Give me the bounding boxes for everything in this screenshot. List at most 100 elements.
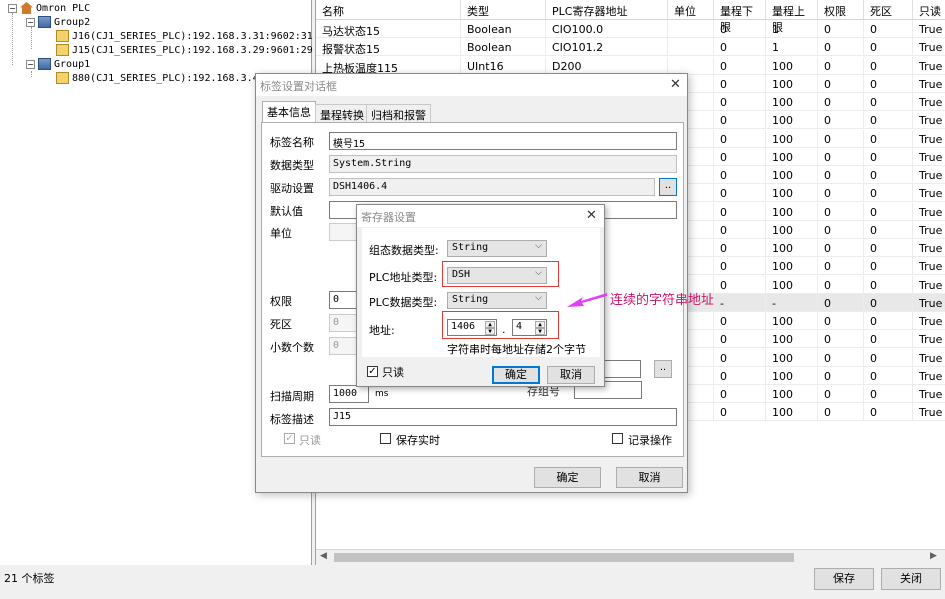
- table-cell[interactable]: 0: [714, 129, 766, 148]
- register-readonly-checkbox[interactable]: ✓: [367, 366, 378, 377]
- table-cell[interactable]: 0: [864, 202, 913, 221]
- table-cell[interactable]: 0: [714, 111, 766, 130]
- table-cell[interactable]: 0: [864, 147, 913, 166]
- table-cell[interactable]: True: [913, 257, 945, 276]
- deadband-input[interactable]: 0: [329, 314, 359, 332]
- table-cell[interactable]: 0: [714, 239, 766, 257]
- close-icon[interactable]: ✕: [670, 77, 681, 92]
- log-ops-checkbox[interactable]: [612, 433, 623, 444]
- table-cell[interactable]: -: [766, 293, 818, 312]
- table-cell[interactable]: 0: [818, 111, 864, 130]
- table-cell[interactable]: [668, 20, 714, 38]
- table-cell[interactable]: 0: [864, 20, 913, 38]
- table-cell[interactable]: 0: [714, 202, 766, 221]
- table-cell[interactable]: 0: [714, 275, 766, 294]
- table-cell[interactable]: -: [714, 293, 766, 312]
- tag-desc-input[interactable]: J15: [329, 408, 677, 426]
- table-cell[interactable]: 0: [864, 385, 913, 403]
- table-cell[interactable]: 100: [766, 166, 818, 184]
- table-cell[interactable]: True: [913, 221, 945, 239]
- column-header[interactable]: 单位: [668, 0, 714, 20]
- save-button[interactable]: 保存: [814, 568, 874, 590]
- permission-input[interactable]: 0: [329, 291, 359, 309]
- table-cell[interactable]: True: [913, 130, 945, 148]
- table-cell[interactable]: 0: [864, 93, 913, 111]
- table-cell[interactable]: 0: [864, 293, 913, 312]
- plc-data-type-select[interactable]: String ⌵: [447, 292, 547, 309]
- table-cell[interactable]: 100: [766, 403, 818, 422]
- table-cell[interactable]: 报警状态15: [316, 38, 461, 57]
- register-ok-button[interactable]: 确定: [492, 366, 540, 384]
- table-cell[interactable]: 1: [766, 20, 818, 38]
- table-cell[interactable]: 0: [864, 56, 913, 75]
- table-cell[interactable]: 100: [766, 93, 818, 111]
- table-cell[interactable]: 马达状态15: [316, 20, 461, 38]
- table-cell[interactable]: 0: [818, 147, 864, 166]
- table-cell[interactable]: CIO100.0: [546, 20, 668, 38]
- hidden-browse-button[interactable]: ..: [654, 360, 672, 378]
- table-cell[interactable]: 0: [864, 220, 913, 239]
- table-cell[interactable]: True: [913, 166, 945, 184]
- table-cell[interactable]: 0: [864, 166, 913, 184]
- dialog-cancel-button[interactable]: 取消: [616, 467, 683, 488]
- table-cell[interactable]: 0: [818, 166, 864, 184]
- tree-device-j15[interactable]: J15(CJ1_SERIES_PLC):192.168.3.29:9601:29: [56, 44, 313, 56]
- horizontal-scrollbar[interactable]: ◀ ▶: [316, 549, 945, 565]
- table-cell[interactable]: 0: [714, 330, 766, 349]
- tree-group2[interactable]: − Group2: [26, 16, 90, 28]
- table-cell[interactable]: 100: [766, 330, 818, 349]
- table-cell[interactable]: CIO101.2: [546, 38, 668, 57]
- table-cell[interactable]: 100: [766, 257, 818, 276]
- table-cell[interactable]: True: [913, 239, 945, 257]
- table-cell[interactable]: 100: [766, 366, 818, 385]
- table-cell[interactable]: True: [913, 20, 945, 38]
- column-header[interactable]: 类型: [461, 0, 546, 20]
- table-cell[interactable]: 0: [714, 166, 766, 184]
- scrollbar-thumb[interactable]: [334, 553, 794, 562]
- column-header[interactable]: 只读: [913, 0, 945, 20]
- close-icon[interactable]: ✕: [586, 208, 597, 223]
- table-cell[interactable]: 100: [766, 220, 818, 239]
- table-cell[interactable]: 0: [714, 38, 766, 57]
- table-cell[interactable]: 0: [864, 239, 913, 257]
- table-cell[interactable]: True: [913, 312, 945, 330]
- table-cell[interactable]: 0: [818, 385, 864, 403]
- tag-name-input[interactable]: 模号15: [329, 132, 677, 150]
- table-cell[interactable]: True: [913, 57, 945, 75]
- table-cell[interactable]: [668, 56, 714, 75]
- table-cell[interactable]: 0: [864, 129, 913, 148]
- table-cell[interactable]: True: [913, 403, 945, 422]
- table-cell[interactable]: True: [913, 93, 945, 111]
- table-cell[interactable]: 0: [864, 111, 913, 130]
- column-header[interactable]: 死区: [864, 0, 913, 20]
- table-cell[interactable]: 100: [766, 74, 818, 93]
- scroll-left-icon[interactable]: ◀: [320, 551, 327, 561]
- table-cell[interactable]: 0: [864, 366, 913, 385]
- column-header[interactable]: PLC寄存器地址: [546, 0, 668, 20]
- table-cell[interactable]: UInt16: [461, 56, 546, 75]
- table-cell[interactable]: True: [913, 203, 945, 221]
- tree-group1[interactable]: − Group1: [26, 58, 90, 70]
- table-cell[interactable]: 0: [714, 257, 766, 276]
- column-header[interactable]: 权限: [818, 0, 864, 20]
- tab-basic-info[interactable]: 基本信息: [262, 101, 316, 122]
- table-cell[interactable]: 0: [818, 20, 864, 38]
- column-header[interactable]: 名称: [316, 0, 461, 20]
- tab-range-conversion[interactable]: 量程转换: [315, 104, 369, 122]
- table-cell[interactable]: 0: [818, 220, 864, 239]
- table-cell[interactable]: 0: [864, 184, 913, 203]
- table-cell[interactable]: 0: [818, 257, 864, 276]
- scroll-right-icon[interactable]: ▶: [930, 551, 937, 561]
- table-cell[interactable]: 0: [714, 56, 766, 75]
- table-cell[interactable]: 0: [818, 275, 864, 294]
- table-cell[interactable]: 0: [864, 38, 913, 57]
- table-cell[interactable]: True: [913, 330, 945, 349]
- table-cell[interactable]: 0: [818, 56, 864, 75]
- table-cell[interactable]: 0: [714, 403, 766, 422]
- table-cell[interactable]: 0: [818, 239, 864, 257]
- table-cell[interactable]: 0: [864, 257, 913, 276]
- table-cell[interactable]: 100: [766, 312, 818, 330]
- table-cell[interactable]: True: [913, 385, 945, 403]
- scan-cycle-input[interactable]: 1000: [329, 385, 369, 403]
- table-cell[interactable]: 0: [818, 293, 864, 312]
